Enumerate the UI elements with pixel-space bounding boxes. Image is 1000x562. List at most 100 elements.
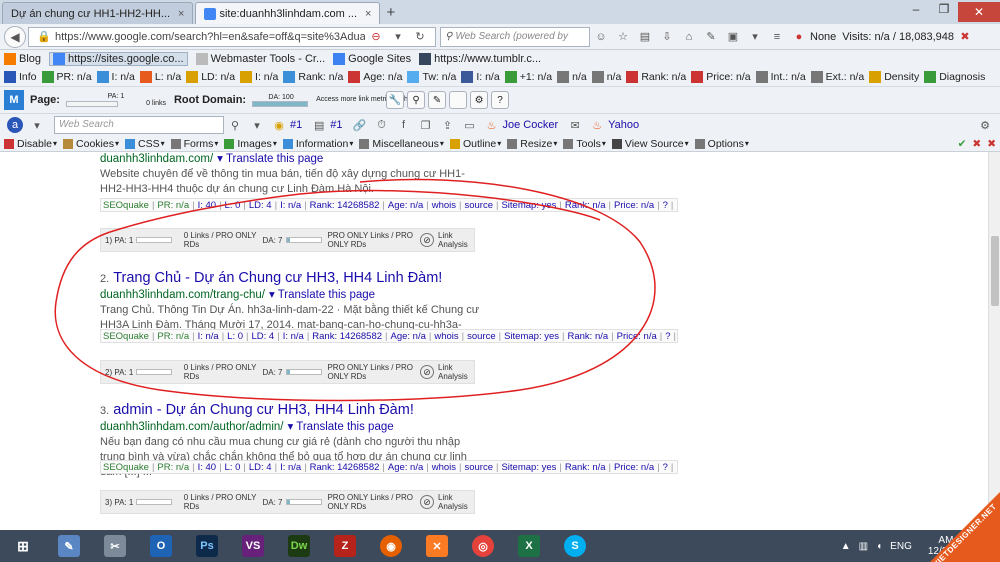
copy-icon[interactable]: ❐ bbox=[418, 117, 434, 133]
translate-link[interactable]: ▾ Translate this page bbox=[217, 153, 323, 165]
dropdown-icon[interactable]: ▾ bbox=[390, 29, 406, 45]
bookmark-google-sites-url[interactable]: https://sites.google.co... bbox=[49, 52, 188, 66]
extension-icon[interactable]: ☺ bbox=[593, 29, 609, 45]
fire-icon[interactable]: ♨ bbox=[589, 117, 605, 133]
bookmark-webmaster-tools[interactable]: Webmaster Tools - Cr... bbox=[195, 53, 325, 65]
dev-menu-miscellaneous[interactable]: Miscellaneous ▾ bbox=[359, 138, 444, 150]
seo-toolbar-item[interactable]: PR: n/a bbox=[41, 71, 92, 83]
link-analysis-button[interactable]: ⊘ Link Analysis bbox=[420, 493, 470, 511]
magnifier-icon[interactable]: ⚲ bbox=[407, 91, 426, 109]
stop-icon[interactable]: ⊖ bbox=[368, 29, 384, 45]
bookmark-tumblr[interactable]: https://www.tumblr.c... bbox=[419, 53, 541, 65]
back-icon[interactable]: ◀ bbox=[4, 25, 26, 48]
result-title[interactable]: admin - Dự án Chung cư HH3, HH4 Linh Đàm… bbox=[113, 402, 414, 418]
start-button[interactable]: ⊞ bbox=[0, 530, 46, 562]
seo-toolbar-item[interactable]: I: n/a bbox=[461, 71, 500, 83]
seo-toolbar-item[interactable]: Age: n/a bbox=[348, 71, 402, 83]
dev-menu-forms[interactable]: Forms ▾ bbox=[170, 138, 218, 150]
language-indicator[interactable]: ENG bbox=[890, 541, 912, 552]
facebook-icon[interactable]: f bbox=[396, 117, 412, 133]
help-icon[interactable]: ? bbox=[491, 91, 510, 109]
toolbar-dropdown-icon[interactable]: ▾ bbox=[29, 117, 45, 133]
moz-logo-icon[interactable]: M bbox=[4, 90, 24, 110]
addon-icon[interactable]: ▣ bbox=[725, 29, 741, 45]
seo-toolbar-item[interactable]: LD: n/a bbox=[186, 71, 235, 83]
seoquake-label[interactable]: SEOquake bbox=[103, 462, 149, 473]
download-icon[interactable]: ⇩ bbox=[659, 29, 675, 45]
note-icon[interactable]: ✎ bbox=[703, 29, 719, 45]
wrench-icon[interactable]: 🔧 bbox=[386, 91, 405, 109]
taskbar-paint[interactable]: ✎ bbox=[46, 530, 92, 562]
seo-toolbar-item[interactable]: n/a bbox=[591, 71, 621, 83]
scrollbar-thumb[interactable] bbox=[991, 236, 999, 306]
settings-icon[interactable]: ⚙ bbox=[470, 91, 489, 109]
taskbar-skype[interactable]: S bbox=[552, 530, 598, 562]
home-icon[interactable]: ⌂ bbox=[681, 29, 697, 45]
url-bar[interactable]: 🔒 https://www.google.com/search?hl=en&sa… bbox=[28, 26, 436, 47]
reading-list-icon[interactable]: ▤ bbox=[637, 29, 653, 45]
rank-1[interactable]: #1 bbox=[290, 119, 302, 131]
seoquake-whois[interactable]: whois bbox=[432, 200, 456, 211]
translate-link[interactable]: ▾ Translate this page bbox=[287, 421, 393, 433]
dev-menu-view-source[interactable]: View Source ▾ bbox=[611, 138, 689, 150]
seoquake-whois[interactable]: whois bbox=[432, 462, 456, 473]
web-search-input[interactable]: ⚲ Web Search (powered by bbox=[440, 26, 590, 47]
taskbar-xampp[interactable]: ✕ bbox=[414, 530, 460, 562]
seo-toolbar-item[interactable]: I: n/a bbox=[240, 71, 278, 83]
seo-toolbar-item[interactable]: L: n/a bbox=[139, 71, 181, 83]
tab-1[interactable]: Dự án chung cư HH1-HH2-HH... × bbox=[2, 2, 194, 24]
link-analysis-button[interactable]: ⊘ Link Analysis bbox=[420, 363, 470, 381]
seo-toolbar-item[interactable]: Density bbox=[869, 71, 919, 83]
volume-icon[interactable]: ◖ bbox=[876, 541, 882, 552]
network-icon[interactable]: ▥ bbox=[859, 541, 868, 552]
taskbar-outlook[interactable]: O bbox=[138, 530, 184, 562]
dev-menu-options[interactable]: Options ▾ bbox=[694, 138, 749, 150]
window-icon[interactable]: ▭ bbox=[462, 117, 478, 133]
seo-toolbar-item[interactable]: Ext.: n/a bbox=[810, 71, 864, 83]
bookmark-blog[interactable]: Blog bbox=[4, 53, 41, 65]
close-window-icon[interactable]: ✕ bbox=[958, 2, 1000, 22]
seo-toolbar-item[interactable]: n/a bbox=[557, 71, 587, 83]
toolbar-search-icon[interactable]: ⚲ bbox=[227, 117, 243, 133]
tab-2[interactable]: site:duanhh3linhdam.com ... × bbox=[195, 2, 381, 24]
tools-icon[interactable]: ≡ bbox=[769, 29, 785, 45]
toolbar-search-input[interactable]: Web Search bbox=[54, 116, 224, 134]
seo-toolbar-item[interactable]: Price: n/a bbox=[691, 71, 751, 83]
taskbar-excel[interactable]: X bbox=[506, 530, 552, 562]
dev-menu-css[interactable]: CSS ▾ bbox=[125, 138, 165, 150]
mail-icon[interactable]: ✉ bbox=[567, 117, 583, 133]
weather-icon[interactable]: ♨ bbox=[484, 117, 500, 133]
dev-menu-resize[interactable]: Resize ▾ bbox=[507, 138, 557, 150]
result-title[interactable]: Trang Chủ - Dự án Chung cư HH3, HH4 Linh… bbox=[113, 270, 442, 286]
seo-toolbar-item[interactable]: Info bbox=[4, 71, 37, 83]
seo-toolbar-item[interactable]: Diagnosis bbox=[924, 71, 985, 83]
seoquake-label[interactable]: SEOquake bbox=[103, 331, 149, 342]
minimize-icon[interactable]: – bbox=[902, 2, 930, 22]
check-icon[interactable]: ✔ bbox=[958, 138, 967, 150]
tab-1-close-icon[interactable]: × bbox=[178, 8, 184, 20]
close-icon[interactable]: ✖ bbox=[987, 138, 996, 150]
seo-toolbar-item[interactable]: Rank: n/a bbox=[626, 71, 686, 83]
toolbar-search-dropdown-icon[interactable]: ▾ bbox=[249, 117, 265, 133]
vertical-scrollbar[interactable] bbox=[988, 152, 1000, 530]
result-url-text[interactable]: duanhh3linhdam.com/ bbox=[100, 153, 213, 165]
menu-dropdown-icon[interactable]: ▾ bbox=[747, 29, 763, 45]
tab-2-close-icon[interactable]: × bbox=[365, 8, 371, 20]
dev-menu-disable[interactable]: Disable ▾ bbox=[4, 138, 57, 150]
error-icon[interactable]: ✖ bbox=[972, 138, 981, 150]
dev-menu-images[interactable]: Images ▾ bbox=[224, 138, 277, 150]
tray-arrow-icon[interactable]: ▲ bbox=[841, 541, 851, 552]
result-url-text[interactable]: duanhh3linhdam.com/author/admin/ bbox=[100, 421, 283, 433]
dev-menu-cookies[interactable]: Cookies ▾ bbox=[63, 138, 119, 150]
yahoo-link[interactable]: Yahoo bbox=[608, 119, 639, 131]
taskbar-photoshop[interactable]: Ps bbox=[184, 530, 230, 562]
rank-2[interactable]: #1 bbox=[330, 119, 342, 131]
taskbar-visual-studio[interactable]: VS bbox=[230, 530, 276, 562]
taskbar-firefox[interactable]: ◉ bbox=[368, 530, 414, 562]
new-tab-button[interactable]: + bbox=[386, 4, 395, 21]
dev-menu-tools[interactable]: Tools ▾ bbox=[563, 138, 606, 150]
taskbar-filezilla[interactable]: Z bbox=[322, 530, 368, 562]
joe-cocker-link[interactable]: Joe Cocker bbox=[503, 119, 559, 131]
seoquake-whois[interactable]: whois bbox=[434, 331, 458, 342]
taskbar-tools[interactable]: ✂ bbox=[92, 530, 138, 562]
